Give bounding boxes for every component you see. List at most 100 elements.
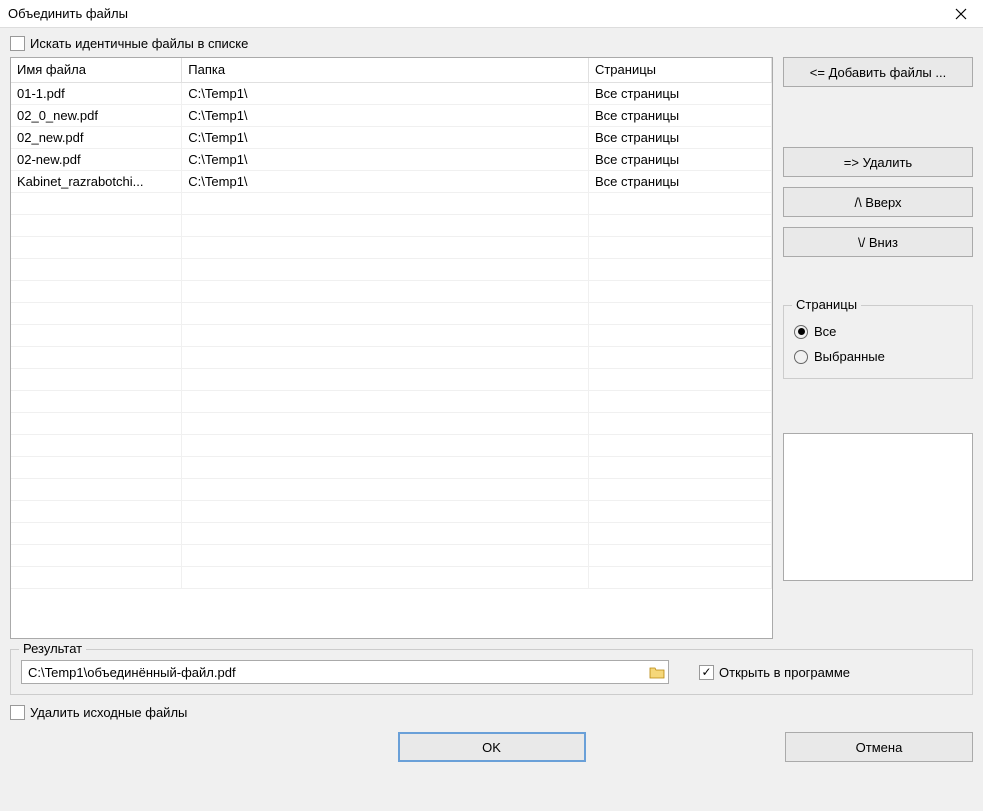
search-identical-checkbox[interactable] bbox=[10, 36, 25, 51]
cell-pages[interactable] bbox=[588, 522, 771, 544]
radio-selected[interactable] bbox=[794, 350, 808, 364]
cell-name[interactable] bbox=[11, 434, 182, 456]
cell-folder[interactable]: C:\Temp1\ bbox=[182, 148, 589, 170]
table-row[interactable] bbox=[11, 368, 772, 390]
table-row[interactable] bbox=[11, 478, 772, 500]
table-row[interactable] bbox=[11, 192, 772, 214]
cell-name[interactable] bbox=[11, 192, 182, 214]
cell-name[interactable]: 01-1.pdf bbox=[11, 82, 182, 104]
cell-pages[interactable]: Все страницы bbox=[588, 82, 771, 104]
cell-pages[interactable] bbox=[588, 280, 771, 302]
cell-pages[interactable] bbox=[588, 236, 771, 258]
cell-folder[interactable]: C:\Temp1\ bbox=[182, 82, 589, 104]
cell-name[interactable] bbox=[11, 390, 182, 412]
cell-name[interactable] bbox=[11, 478, 182, 500]
open-in-program-checkbox[interactable] bbox=[699, 665, 714, 680]
radio-all[interactable] bbox=[794, 325, 808, 339]
cell-name[interactable] bbox=[11, 522, 182, 544]
table-row[interactable] bbox=[11, 258, 772, 280]
cell-name[interactable]: Kabinet_razrabotchi... bbox=[11, 170, 182, 192]
cell-name[interactable] bbox=[11, 500, 182, 522]
cell-pages[interactable]: Все страницы bbox=[588, 104, 771, 126]
cell-name[interactable] bbox=[11, 302, 182, 324]
table-row[interactable]: 01-1.pdfC:\Temp1\Все страницы bbox=[11, 82, 772, 104]
cell-name[interactable] bbox=[11, 236, 182, 258]
col-header-folder[interactable]: Папка bbox=[182, 58, 589, 82]
cell-pages[interactable]: Все страницы bbox=[588, 126, 771, 148]
cell-pages[interactable] bbox=[588, 544, 771, 566]
table-row[interactable] bbox=[11, 214, 772, 236]
cell-name[interactable] bbox=[11, 368, 182, 390]
table-row[interactable]: 02-new.pdfC:\Temp1\Все страницы bbox=[11, 148, 772, 170]
files-table[interactable]: Имя файла Папка Страницы 01-1.pdfC:\Temp… bbox=[10, 57, 773, 639]
cell-name[interactable]: 02-new.pdf bbox=[11, 148, 182, 170]
cell-name[interactable] bbox=[11, 214, 182, 236]
cell-pages[interactable] bbox=[588, 434, 771, 456]
cell-folder[interactable] bbox=[182, 324, 589, 346]
cell-name[interactable] bbox=[11, 566, 182, 588]
radio-selected-row[interactable]: Выбранные bbox=[794, 349, 962, 364]
cell-pages[interactable] bbox=[588, 478, 771, 500]
cell-folder[interactable] bbox=[182, 522, 589, 544]
cell-pages[interactable] bbox=[588, 368, 771, 390]
cell-folder[interactable]: C:\Temp1\ bbox=[182, 104, 589, 126]
cell-folder[interactable] bbox=[182, 478, 589, 500]
table-row[interactable]: 02_new.pdfC:\Temp1\Все страницы bbox=[11, 126, 772, 148]
table-row[interactable] bbox=[11, 346, 772, 368]
cell-folder[interactable] bbox=[182, 456, 589, 478]
cell-name[interactable] bbox=[11, 412, 182, 434]
cell-name[interactable] bbox=[11, 456, 182, 478]
ok-button[interactable]: OK bbox=[398, 732, 586, 762]
table-row[interactable]: Kabinet_razrabotchi...C:\Temp1\Все стран… bbox=[11, 170, 772, 192]
cell-name[interactable]: 02_new.pdf bbox=[11, 126, 182, 148]
table-row[interactable] bbox=[11, 390, 772, 412]
open-in-program-row[interactable]: Открыть в программе bbox=[699, 665, 850, 680]
cell-folder[interactable] bbox=[182, 434, 589, 456]
browse-icon[interactable] bbox=[649, 664, 665, 680]
delete-source-checkbox[interactable] bbox=[10, 705, 25, 720]
move-up-button[interactable]: /\ Вверх bbox=[783, 187, 973, 217]
move-down-button[interactable]: \/ Вниз bbox=[783, 227, 973, 257]
cell-folder[interactable] bbox=[182, 566, 589, 588]
table-row[interactable] bbox=[11, 280, 772, 302]
cell-folder[interactable] bbox=[182, 258, 589, 280]
cell-pages[interactable] bbox=[588, 566, 771, 588]
close-button[interactable] bbox=[939, 0, 983, 28]
cell-name[interactable] bbox=[11, 346, 182, 368]
cell-pages[interactable] bbox=[588, 346, 771, 368]
cell-folder[interactable] bbox=[182, 280, 589, 302]
cell-pages[interactable] bbox=[588, 456, 771, 478]
cell-folder[interactable] bbox=[182, 412, 589, 434]
table-row[interactable] bbox=[11, 324, 772, 346]
cell-folder[interactable] bbox=[182, 390, 589, 412]
cell-folder[interactable] bbox=[182, 236, 589, 258]
cell-name[interactable] bbox=[11, 324, 182, 346]
table-row[interactable] bbox=[11, 236, 772, 258]
col-header-pages[interactable]: Страницы bbox=[588, 58, 771, 82]
cell-pages[interactable] bbox=[588, 324, 771, 346]
table-row[interactable] bbox=[11, 302, 772, 324]
cell-folder[interactable] bbox=[182, 500, 589, 522]
cell-pages[interactable] bbox=[588, 192, 771, 214]
cell-folder[interactable] bbox=[182, 214, 589, 236]
delete-button[interactable]: => Удалить bbox=[783, 147, 973, 177]
cell-pages[interactable] bbox=[588, 500, 771, 522]
table-row[interactable] bbox=[11, 456, 772, 478]
cell-folder[interactable]: C:\Temp1\ bbox=[182, 126, 589, 148]
cell-pages[interactable] bbox=[588, 390, 771, 412]
cell-name[interactable] bbox=[11, 544, 182, 566]
cell-pages[interactable] bbox=[588, 258, 771, 280]
cell-folder[interactable] bbox=[182, 192, 589, 214]
radio-all-row[interactable]: Все bbox=[794, 324, 962, 339]
cell-name[interactable] bbox=[11, 280, 182, 302]
table-row[interactable] bbox=[11, 500, 772, 522]
table-row[interactable] bbox=[11, 566, 772, 588]
cell-name[interactable] bbox=[11, 258, 182, 280]
table-row[interactable] bbox=[11, 522, 772, 544]
add-files-button[interactable]: <= Добавить файлы ... bbox=[783, 57, 973, 87]
col-header-name[interactable]: Имя файла bbox=[11, 58, 182, 82]
cell-folder[interactable] bbox=[182, 346, 589, 368]
cancel-button[interactable]: Отмена bbox=[785, 732, 973, 762]
cell-pages[interactable] bbox=[588, 412, 771, 434]
cell-folder[interactable] bbox=[182, 544, 589, 566]
